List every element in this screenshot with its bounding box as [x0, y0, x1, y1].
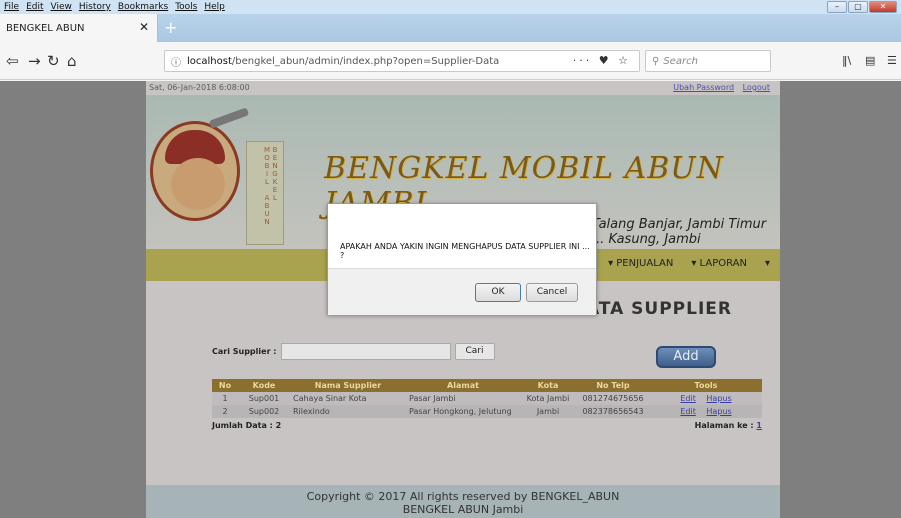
navigation-bar: ⇦ → ↻ ⌂ ⓘ localhost/bengkel_abun/admin/i… — [0, 42, 901, 80]
col-kode: Kode — [238, 379, 290, 392]
search-button[interactable]: Cari — [454, 343, 495, 360]
nav-penjualan[interactable]: ▾ PENJUALAN — [608, 258, 673, 269]
datetime: Sat, 06-Jan-2018 6:08:00 — [149, 83, 250, 92]
maximize-icon[interactable]: ▢ — [848, 1, 868, 13]
edit-link[interactable]: Edit — [680, 394, 696, 403]
top-info-line: Sat, 06-Jan-2018 6:08:00 Ubah Password L… — [146, 83, 780, 95]
cell-kode: Sup002 — [238, 405, 290, 418]
edit-link[interactable]: Edit — [680, 407, 696, 416]
cell-kota: Jambi — [520, 405, 576, 418]
logo-ribbon: BENGKEL MOBIL ABUN — [246, 141, 284, 245]
add-supplier-button[interactable]: Add — [656, 346, 716, 368]
nav-laporan[interactable]: ▾ LAPORAN — [691, 258, 747, 269]
url-bar[interactable]: ⓘ localhost/bengkel_abun/admin/index.php… — [164, 50, 640, 72]
cell-kode: Sup001 — [238, 392, 290, 405]
page-label: Halaman ke : — [694, 421, 754, 430]
col-no: No — [212, 379, 238, 392]
search-bar[interactable]: ⚲ Search — [645, 50, 771, 72]
url-path: /bengkel_abun/admin/index.php?open=Suppl… — [231, 55, 500, 67]
col-kota: Kota — [520, 379, 576, 392]
supplier-table: No Kode Nama Supplier Alamat Kota No Tel… — [212, 379, 762, 418]
cell-telp: 082378656543 — [576, 405, 650, 418]
delete-link[interactable]: Hapus — [706, 394, 731, 403]
menu-file[interactable]: File — [4, 2, 19, 12]
nav-penjualan-label: PENJUALAN — [616, 258, 674, 269]
cell-telp: 081274675656 — [576, 392, 650, 405]
tab-bengkel-abun[interactable]: BENGKEL ABUN ✕ — [0, 14, 158, 42]
copyright: Copyright © 2017 All rights reserved by … — [306, 490, 620, 503]
cell-tools: Edit Hapus — [650, 405, 762, 418]
cell-nama: Rilexindo — [290, 405, 406, 418]
minimize-icon[interactable]: – — [827, 1, 847, 13]
cell-kota: Kota Jambi — [520, 392, 576, 405]
search-icon: ⚲ — [652, 55, 660, 67]
cell-tools: Edit Hapus — [650, 392, 762, 405]
menu-bookmarks[interactable]: Bookmarks — [118, 2, 168, 12]
nav-laporan-label: LAPORAN — [699, 258, 747, 269]
mascot-face — [171, 158, 225, 210]
close-window-icon[interactable]: ✕ — [869, 1, 897, 13]
pagination: Halaman ke : 1 — [695, 421, 762, 430]
url-host: localhost — [187, 55, 232, 67]
search-label: Cari Supplier : — [212, 347, 277, 356]
table-header-row: No Kode Nama Supplier Alamat Kota No Tel… — [212, 379, 762, 392]
page-actions-icon[interactable]: ··· ♥ ☆ — [573, 54, 631, 67]
nav-more-chevron-icon[interactable]: ▾ — [765, 258, 770, 269]
cell-no: 1 — [212, 392, 238, 405]
table-row: 1 Sup001 Cahaya Sinar Kota Pasar Jambi K… — [212, 392, 762, 405]
menu-help[interactable]: Help — [204, 2, 225, 12]
col-alamat: Alamat — [406, 379, 520, 392]
table-row: 2 Sup002 Rilexindo Pasar Hongkong, Jelut… — [212, 405, 762, 418]
home-icon[interactable]: ⌂ — [67, 52, 77, 70]
menu-hamburger-icon[interactable]: ☰ — [887, 54, 897, 67]
supplier-search-input[interactable] — [280, 343, 451, 360]
menu-history[interactable]: History — [79, 2, 111, 12]
forward-icon[interactable]: → — [28, 52, 41, 70]
info-icon[interactable]: ⓘ — [171, 54, 181, 69]
new-tab-icon[interactable]: + — [164, 18, 177, 37]
menu-bar: File Edit View History Bookmarks Tools H… — [0, 0, 901, 14]
cell-alamat: Pasar Jambi — [406, 392, 520, 405]
dialog-button-bar: OK Cancel — [328, 268, 596, 315]
delete-link[interactable]: Hapus — [706, 407, 731, 416]
change-password-link[interactable]: Ubah Password — [673, 83, 734, 92]
site-footer: Copyright © 2017 All rights reserved by … — [146, 485, 780, 518]
cancel-button[interactable]: Cancel — [526, 283, 578, 302]
dialog-message: APAKAH ANDA YAKIN INGIN MENGHAPUS DATA S… — [340, 242, 590, 260]
table-footer: Jumlah Data : 2 Halaman ke : 1 — [212, 421, 762, 430]
supplier-search: Cari Supplier : Cari — [212, 343, 495, 360]
cell-no: 2 — [212, 405, 238, 418]
col-nama: Nama Supplier — [290, 379, 406, 392]
tab-title: BENGKEL ABUN — [6, 22, 85, 34]
page-link-1[interactable]: 1 — [756, 421, 762, 430]
search-placeholder: Search — [663, 55, 698, 67]
close-tab-icon[interactable]: ✕ — [139, 20, 149, 34]
col-telp: No Telp — [576, 379, 650, 392]
site-subtitle: Talang Banjar, Jambi Timur ... Kasung, J… — [592, 217, 767, 247]
logout-link[interactable]: Logout — [743, 83, 770, 92]
menu-view[interactable]: View — [51, 2, 72, 12]
account-links: Ubah Password Logout — [667, 83, 770, 92]
confirm-delete-dialog: APAKAH ANDA YAKIN INGIN MENGHAPUS DATA S… — [327, 203, 597, 315]
cell-nama: Cahaya Sinar Kota — [290, 392, 406, 405]
wrench-icon — [208, 107, 250, 129]
menu-tools[interactable]: Tools — [175, 2, 197, 12]
back-icon[interactable]: ⇦ — [6, 52, 19, 70]
mechanic-mascot-logo — [150, 107, 250, 221]
footer-company: BENGKEL ABUN Jambi — [402, 503, 524, 516]
window-controls: – ▢ ✕ — [827, 1, 897, 13]
sidebar-icon[interactable]: ▤ — [865, 54, 875, 67]
ok-button[interactable]: OK — [475, 283, 521, 302]
reload-icon[interactable]: ↻ — [47, 52, 60, 70]
cell-alamat: Pasar Hongkong, Jelutung — [406, 405, 520, 418]
total-count: Jumlah Data : 2 — [212, 421, 282, 430]
menu-edit[interactable]: Edit — [26, 2, 43, 12]
library-icon[interactable]: ‖\ — [842, 54, 851, 67]
tab-bar: BENGKEL ABUN ✕ + — [0, 14, 901, 42]
col-tools: Tools — [650, 379, 762, 392]
